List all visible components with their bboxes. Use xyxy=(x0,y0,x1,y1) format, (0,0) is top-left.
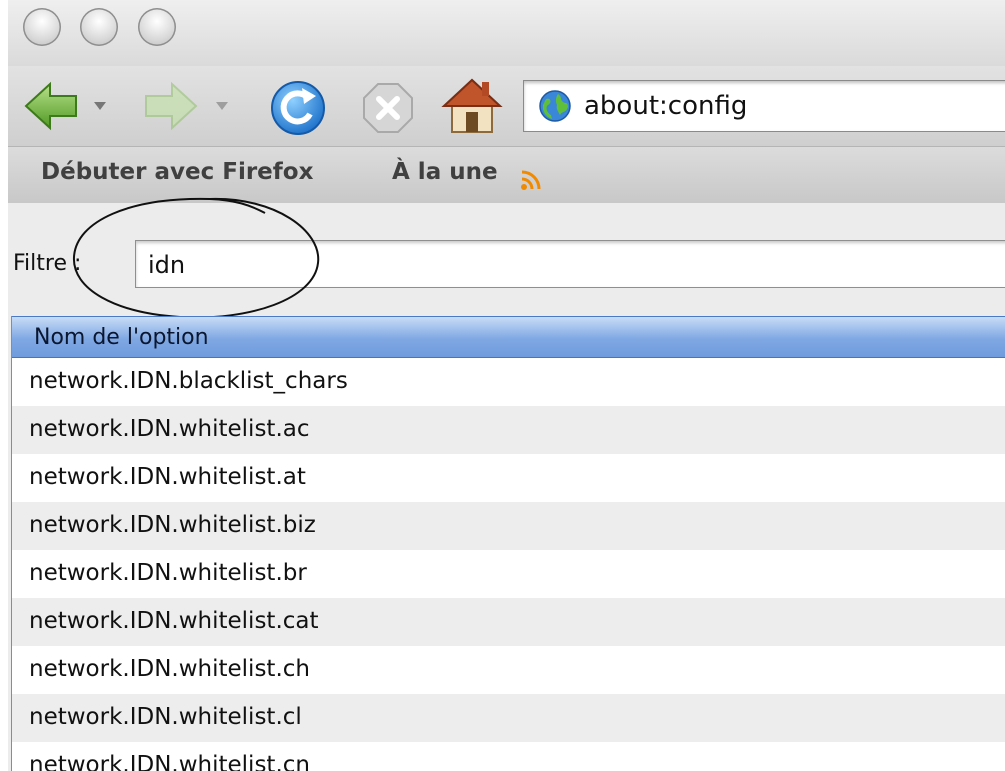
bookmark-latest-headlines[interactable]: À la une xyxy=(392,159,498,185)
home-button[interactable] xyxy=(440,74,504,138)
bookmarks-toolbar: Débuter avec Firefox À la une xyxy=(8,146,1005,204)
navigation-toolbar: about:config xyxy=(8,66,1005,146)
table-row[interactable]: network.IDN.whitelist.cl xyxy=(12,694,1005,742)
back-dropdown-icon[interactable] xyxy=(94,102,106,110)
bookmark-getting-started[interactable]: Débuter avec Firefox xyxy=(41,159,313,185)
forward-arrow-icon xyxy=(145,81,198,131)
reload-button[interactable] xyxy=(266,74,330,138)
globe-icon xyxy=(539,90,571,122)
stop-button[interactable] xyxy=(358,74,418,138)
table-row[interactable]: network.IDN.whitelist.cat xyxy=(12,598,1005,646)
address-bar[interactable]: about:config xyxy=(523,80,1005,132)
table-row[interactable]: network.IDN.whitelist.ch xyxy=(12,646,1005,694)
table-row[interactable]: network.IDN.whitelist.br xyxy=(12,550,1005,598)
minimize-window-button[interactable] xyxy=(80,8,118,46)
table-row[interactable]: network.IDN.whitelist.biz xyxy=(12,502,1005,550)
filter-value: idn xyxy=(148,251,186,279)
close-window-button[interactable] xyxy=(23,8,61,46)
filter-input[interactable]: idn xyxy=(135,240,1005,288)
filter-label: Filtre : xyxy=(13,251,82,276)
table-row[interactable]: network.IDN.blacklist_chars xyxy=(12,358,1005,406)
back-arrow-icon xyxy=(24,81,77,131)
table-row[interactable]: network.IDN.whitelist.at xyxy=(12,454,1005,502)
home-icon xyxy=(441,78,503,133)
zoom-window-button[interactable] xyxy=(138,8,176,46)
reload-icon xyxy=(271,81,325,135)
browser-window: about:config Débuter avec Firefox À la u… xyxy=(8,0,1005,771)
stop-icon xyxy=(363,83,413,133)
rss-feed-icon xyxy=(521,170,541,190)
url-text: about:config xyxy=(584,91,748,121)
preferences-table: Nom de l'option network.IDN.blacklist_ch… xyxy=(11,316,1005,771)
title-bar xyxy=(8,0,1005,66)
table-row[interactable]: network.IDN.whitelist.ac xyxy=(12,406,1005,454)
table-row[interactable]: network.IDN.whitelist.cn xyxy=(12,742,1005,771)
config-page: Filtre : idn Nom de l'option network.IDN… xyxy=(8,197,1005,771)
forward-button[interactable] xyxy=(138,74,208,138)
back-button[interactable] xyxy=(20,74,90,138)
column-header-option-name[interactable]: Nom de l'option xyxy=(12,316,1005,358)
forward-dropdown-icon[interactable] xyxy=(216,102,228,110)
